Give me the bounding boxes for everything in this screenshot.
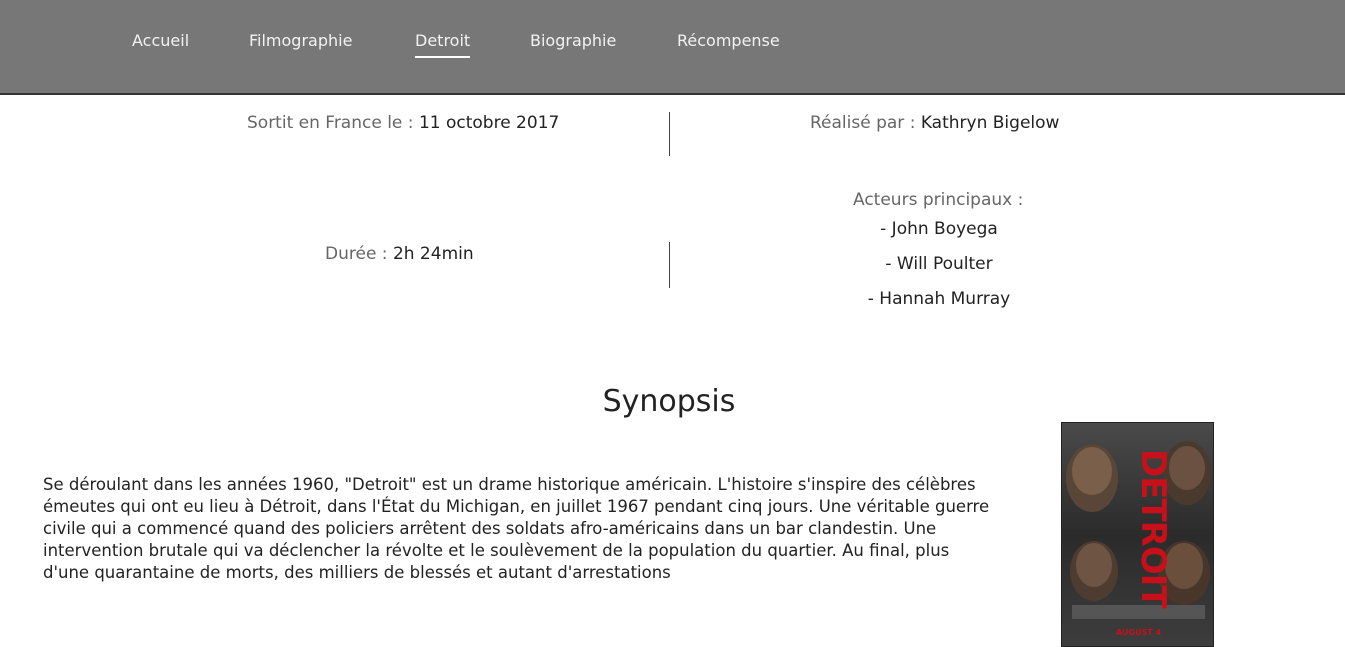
poster-date: AUGUST 4 — [1115, 628, 1162, 637]
synopsis-text: Se déroulant dans les années 1960, "Detr… — [43, 475, 990, 582]
actor-item: - Will Poulter — [885, 254, 993, 274]
release-value: 11 octobre 2017 — [418, 113, 560, 133]
nav-accueil[interactable]: Accueil — [132, 31, 189, 50]
divider-bottom — [669, 242, 670, 288]
release-label: Sortit en France le : — [247, 113, 414, 133]
movie-poster: DETROIT AUGUST 4 — [1061, 422, 1214, 647]
duration-label: Durée : — [325, 244, 388, 264]
duration-info: Durée : 2h 24min — [325, 244, 474, 264]
nav-recompense[interactable]: Récompense — [677, 31, 780, 50]
synopsis-title: Synopsis — [602, 384, 736, 419]
nav-filmographie[interactable]: Filmographie — [249, 31, 352, 50]
nav-biographie[interactable]: Biographie — [530, 31, 616, 50]
actors-heading: Acteurs principaux : — [853, 190, 1023, 210]
actor-item: - John Boyega — [880, 219, 998, 239]
top-navbar: Accueil Filmographie Detroit Biographie … — [0, 0, 1345, 95]
nav-detroit[interactable]: Detroit — [415, 31, 471, 58]
actor-item: - Hannah Murray — [867, 289, 1011, 309]
director-label: Réalisé par : — [810, 113, 916, 133]
director-info: Réalisé par : Kathryn Bigelow — [810, 113, 1059, 133]
divider-top — [669, 112, 670, 156]
release-info: Sortit en France le : 11 octobre 2017 — [247, 113, 559, 133]
duration-value: 2h 24min — [392, 244, 474, 264]
poster-title: DETROIT — [1133, 448, 1173, 608]
director-value: Kathryn Bigelow — [920, 113, 1060, 133]
actors-label: Acteurs principaux : — [853, 190, 1024, 210]
